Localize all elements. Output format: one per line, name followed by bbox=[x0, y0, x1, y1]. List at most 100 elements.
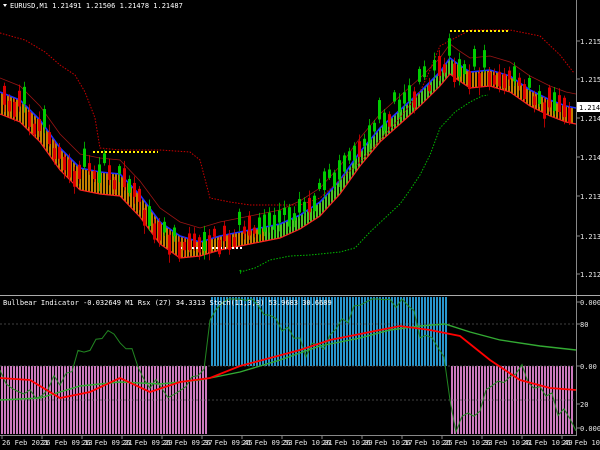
candle-body bbox=[563, 97, 566, 118]
candle-body bbox=[468, 71, 471, 90]
candle-body bbox=[393, 92, 396, 102]
price-tick-label: 1.21295 bbox=[580, 271, 600, 279]
current-price-label: 1.21487 bbox=[579, 104, 600, 112]
candle-body bbox=[223, 225, 226, 242]
candle-body bbox=[493, 75, 496, 85]
candle-body bbox=[143, 210, 146, 226]
candle-body bbox=[333, 172, 336, 187]
candle-body bbox=[58, 147, 61, 159]
candle-body bbox=[543, 102, 546, 119]
candle-body bbox=[318, 182, 321, 189]
candle-body bbox=[388, 114, 391, 127]
candle-body bbox=[73, 171, 76, 187]
candle-body bbox=[568, 108, 571, 123]
candle-body bbox=[108, 165, 111, 180]
candle-body bbox=[243, 226, 246, 234]
price-tick-label: 1.21565 bbox=[580, 38, 600, 46]
candle-body bbox=[308, 197, 311, 213]
candle-body bbox=[153, 223, 156, 240]
main-chart-header: EURUSD,M1 1.21491 1.21506 1.21478 1.2148… bbox=[10, 2, 183, 10]
candle-body bbox=[183, 241, 186, 251]
candle-body bbox=[88, 163, 91, 172]
candle-body bbox=[283, 207, 286, 215]
candle-body bbox=[133, 182, 136, 197]
candle-body bbox=[118, 166, 121, 174]
candle-body bbox=[528, 77, 531, 88]
candle-body bbox=[208, 235, 211, 252]
candle-body bbox=[98, 164, 101, 183]
indicator-tick-label: 80 bbox=[580, 321, 588, 329]
candle-body bbox=[363, 138, 366, 147]
candle-body bbox=[428, 85, 431, 92]
candle-body bbox=[38, 119, 41, 132]
candle-body bbox=[413, 91, 416, 108]
price-tick-label: 1.21475 bbox=[580, 115, 600, 123]
candle-body bbox=[398, 99, 401, 113]
candle-body bbox=[443, 64, 446, 73]
price-tick-label: 1.21520 bbox=[580, 76, 600, 84]
current-price-marker: 1.21487 bbox=[577, 102, 600, 112]
candle-body bbox=[408, 85, 411, 102]
candle-body bbox=[298, 199, 301, 213]
candle-body bbox=[148, 206, 151, 227]
candle-body bbox=[433, 60, 436, 71]
candle-body bbox=[68, 159, 71, 178]
candle-body bbox=[513, 66, 516, 82]
candle-body bbox=[553, 92, 556, 111]
candle-body bbox=[188, 233, 191, 251]
candle-body bbox=[213, 228, 216, 237]
candle-body bbox=[343, 155, 346, 172]
candle-body bbox=[273, 214, 276, 230]
candle-body bbox=[473, 48, 476, 67]
candle-body bbox=[8, 100, 11, 112]
candle-body bbox=[53, 148, 56, 159]
price-tick-label: 1.21430 bbox=[580, 154, 600, 162]
candle-body bbox=[83, 148, 86, 167]
candle-body bbox=[518, 77, 521, 86]
candle-body bbox=[248, 215, 251, 236]
candle-body bbox=[558, 95, 561, 113]
candle-body bbox=[378, 100, 381, 120]
candle-body bbox=[128, 178, 131, 193]
candle-body bbox=[288, 207, 291, 227]
candle-body bbox=[488, 72, 491, 86]
candle-body bbox=[498, 71, 501, 87]
candle-body bbox=[178, 241, 181, 259]
candle-body bbox=[163, 221, 166, 233]
candle-body bbox=[23, 86, 26, 105]
candle-body bbox=[373, 122, 376, 132]
candle-body bbox=[158, 222, 161, 241]
candle-body bbox=[338, 160, 341, 180]
candle-body bbox=[203, 231, 206, 251]
candle-body bbox=[123, 168, 126, 188]
candle-body bbox=[138, 188, 141, 202]
candle-body bbox=[478, 73, 481, 88]
candle-body bbox=[458, 59, 461, 77]
trading-chart[interactable]: ↑ EURUSD,M1 1.21491 1.21506 1.21478 1.21… bbox=[0, 0, 600, 450]
candle-body bbox=[13, 101, 16, 117]
candle-body bbox=[63, 156, 66, 171]
candle-body bbox=[438, 56, 441, 76]
candle-body bbox=[453, 63, 456, 83]
candle-body bbox=[218, 239, 221, 255]
price-tick-label: 1.21340 bbox=[580, 233, 600, 241]
indicator-tick-label: 0.0001 bbox=[580, 299, 600, 307]
candle-body bbox=[348, 151, 351, 161]
candle-body bbox=[423, 66, 426, 78]
candle-body bbox=[233, 237, 236, 247]
candle-body bbox=[323, 171, 326, 191]
price-tick-label: 1.21385 bbox=[580, 193, 600, 201]
candle-body bbox=[28, 111, 31, 127]
candle-body bbox=[198, 237, 201, 253]
candle-body bbox=[483, 50, 486, 68]
candle-body bbox=[258, 217, 261, 235]
candle-body bbox=[358, 141, 361, 157]
indicator-tick-label: 0.00 bbox=[580, 363, 597, 371]
candle-body bbox=[448, 38, 451, 56]
candle-body bbox=[418, 68, 421, 82]
candle-body bbox=[368, 125, 371, 144]
candle-body bbox=[503, 73, 506, 89]
candle-body bbox=[533, 96, 536, 106]
candle-body bbox=[538, 91, 541, 105]
candle-body bbox=[253, 227, 256, 234]
